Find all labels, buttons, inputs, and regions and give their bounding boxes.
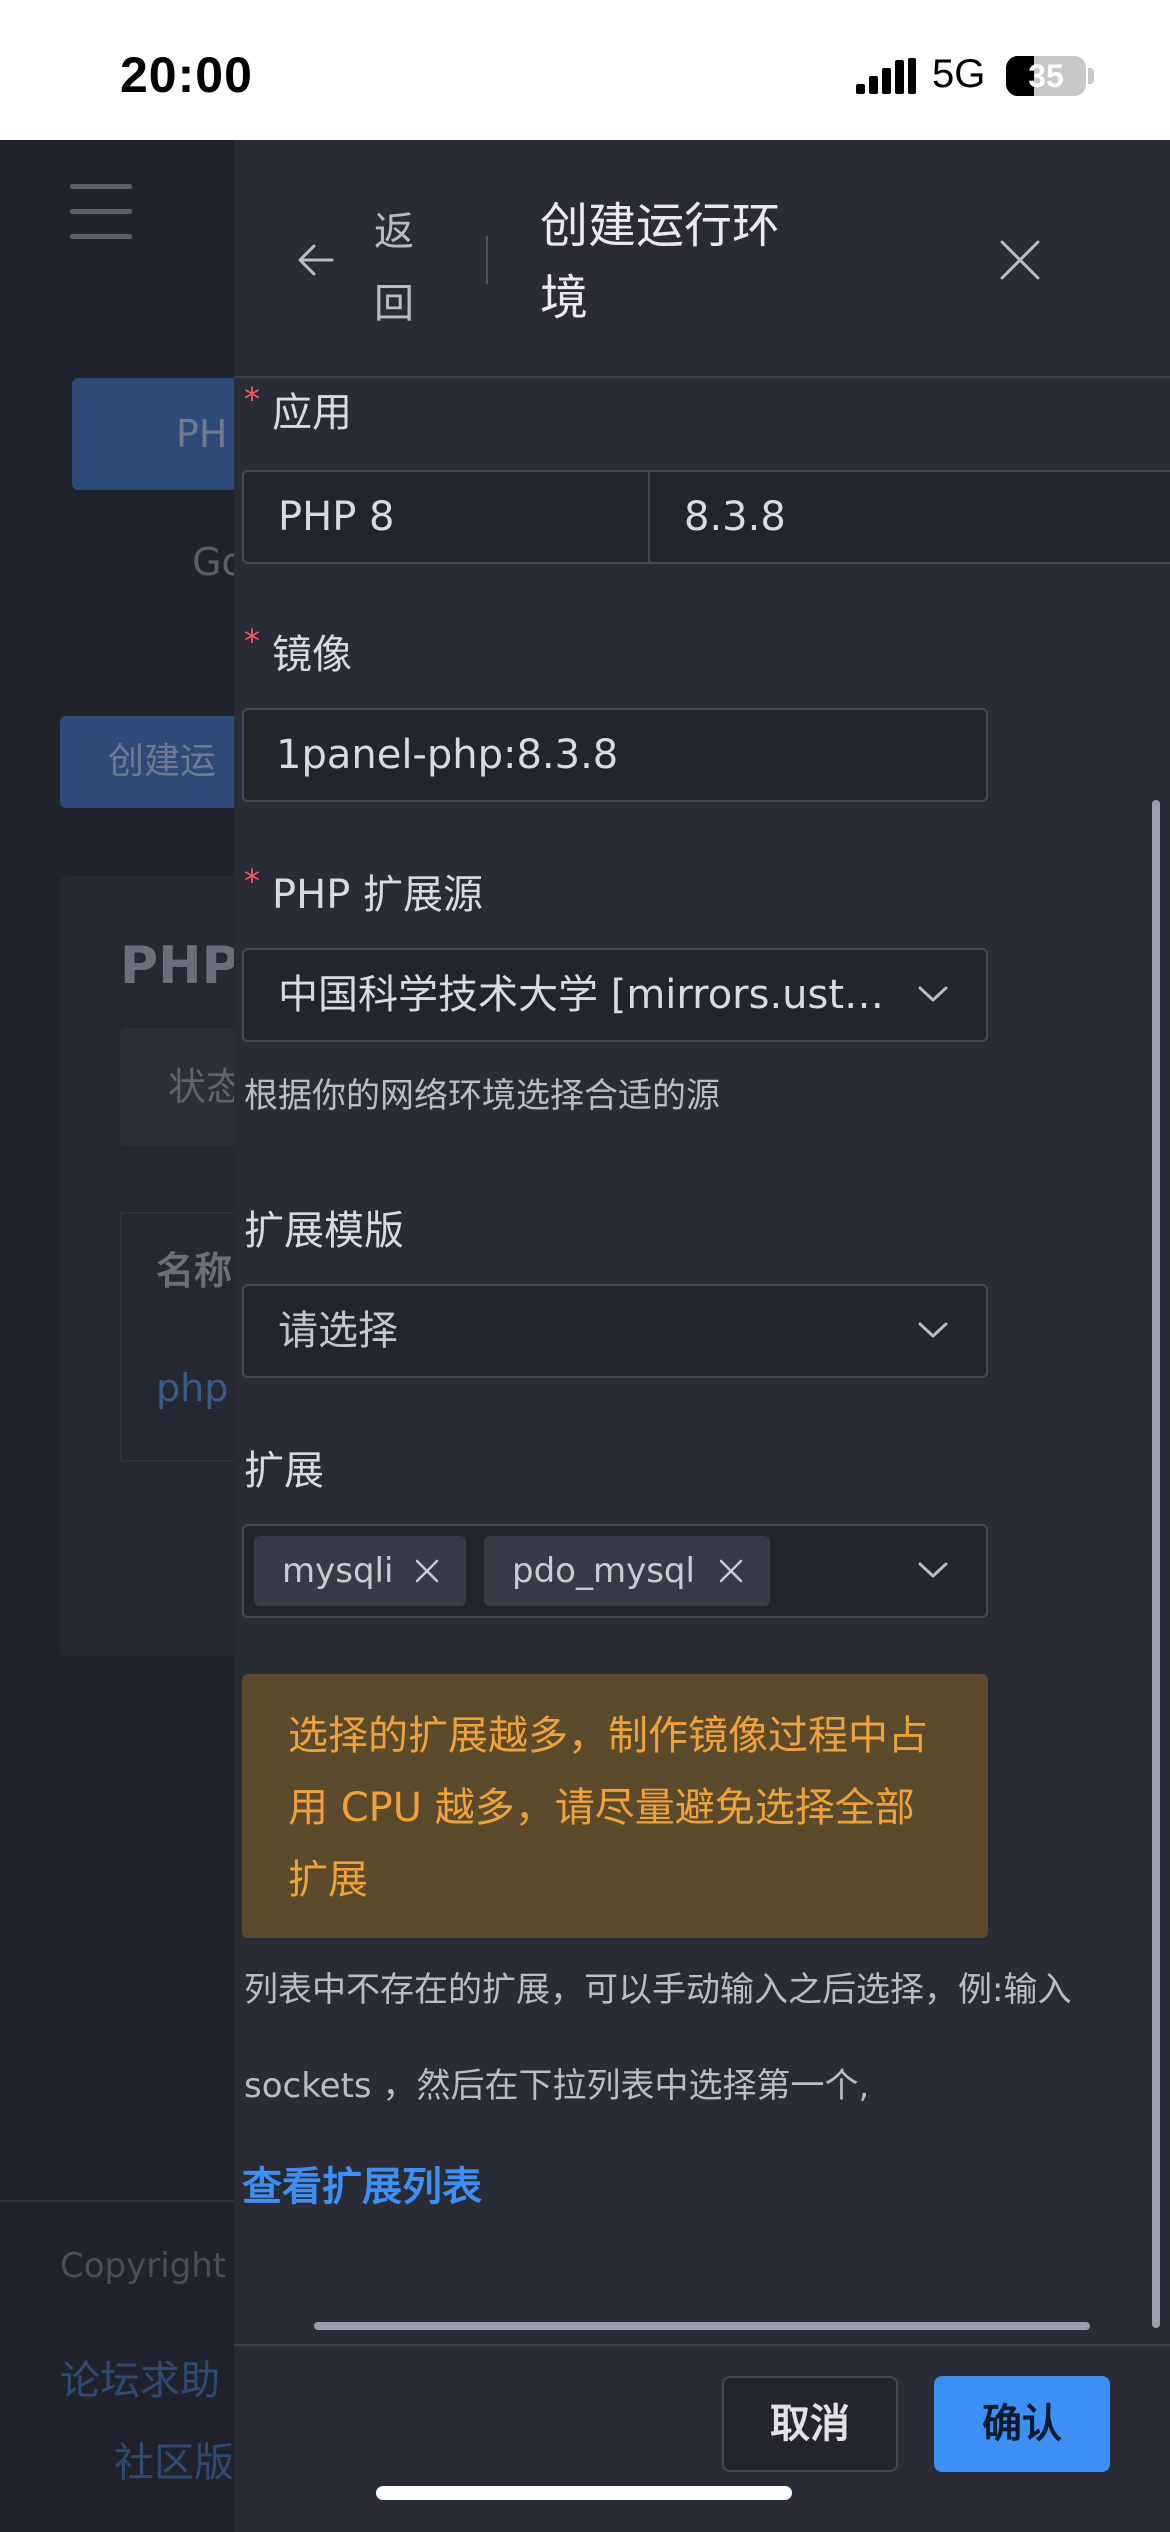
back-button[interactable]: 返回 (374, 196, 424, 340)
extension-tag-pdo-mysql: pdo_mysql (484, 1536, 770, 1606)
status-bar: 20:00 5G 35 (0, 0, 1170, 140)
extension-help-line2: sockets ，然后在下拉列表中选择第一个, (244, 2066, 870, 2106)
hamburger-menu-icon (70, 184, 132, 240)
confirm-button[interactable]: 确认 (934, 2376, 1110, 2472)
extensions-multiselect[interactable]: mysqli pdo_mysql (242, 1524, 988, 1618)
php-source-value: 中国科学技术大学 [mirrors.ust… (278, 972, 885, 1018)
bg-row-link: php (156, 1366, 229, 1410)
battery-percent: 35 (1028, 58, 1064, 94)
extension-tag-mysqli: mysqli (254, 1536, 466, 1606)
app-version-select[interactable]: 8.3.8 (648, 470, 1170, 564)
battery-nub (1088, 68, 1094, 84)
header-divider (486, 236, 488, 284)
warning-alert: 选择的扩展越多，制作镜像过程中占用 CPU 越多，请尽量避免选择全部扩展 (242, 1674, 988, 1938)
network-type: 5G (932, 52, 986, 96)
status-time: 20:00 (120, 47, 253, 103)
php-source-select[interactable]: 中国科学技术大学 [mirrors.ust… (242, 948, 988, 1042)
view-extension-list-link[interactable]: 查看扩展列表 (242, 2154, 482, 2212)
close-icon[interactable] (996, 236, 1044, 284)
chevron-down-icon (918, 1562, 948, 1578)
bg-copyright: Copyright (60, 2246, 227, 2286)
bg-community-link: 社区版 (114, 2440, 234, 2486)
bg-forum-link: 论坛求助 (60, 2358, 220, 2404)
drawer-title: 创建运行环境 (540, 198, 781, 326)
cellular-signal-icon (856, 58, 916, 94)
app-name-select[interactable]: PHP 8 (242, 470, 652, 564)
ext-template-placeholder: 请选择 (278, 1308, 398, 1354)
php-source-help: 根据你的网络环境选择合适的源 (244, 1076, 720, 1116)
bg-card-title: PHP (120, 936, 240, 996)
horizontal-scrollbar[interactable] (314, 2322, 1090, 2330)
battery-icon: 35 (1006, 56, 1086, 96)
drawer-header: 返回 创建运行环境 (234, 140, 1170, 378)
home-indicator (376, 2486, 792, 2500)
extension-help-line1: 列表中不存在的扩展，可以手动输入之后选择，例:输入 (244, 1970, 1072, 2010)
remove-tag-icon[interactable] (414, 1558, 440, 1584)
app-label: * 应用 (244, 380, 352, 436)
vertical-scrollbar[interactable] (1152, 800, 1160, 2328)
cancel-button[interactable]: 取消 (722, 2376, 898, 2472)
chevron-down-icon (918, 986, 948, 1002)
ext-template-label: 扩展模版 (244, 1208, 404, 1254)
back-arrow-icon[interactable] (296, 240, 336, 280)
create-runtime-drawer: 返回 创建运行环境 * 应用 PHP 8 8.3.8 * 镜像 1panel-php… (234, 140, 1170, 2532)
remove-tag-icon[interactable] (718, 1558, 744, 1584)
php-source-label: * PHP 扩展源 (244, 862, 484, 918)
chevron-down-icon (918, 1322, 948, 1338)
bg-col-name: 名称 (156, 1249, 233, 1293)
image-label: * 镜像 (244, 622, 352, 678)
extensions-label: 扩展 (244, 1448, 324, 1494)
ext-template-select[interactable]: 请选择 (242, 1284, 988, 1378)
image-input[interactable]: 1panel-php:8.3.8 (242, 708, 988, 802)
bg-create-button: 创建运 (60, 716, 260, 808)
